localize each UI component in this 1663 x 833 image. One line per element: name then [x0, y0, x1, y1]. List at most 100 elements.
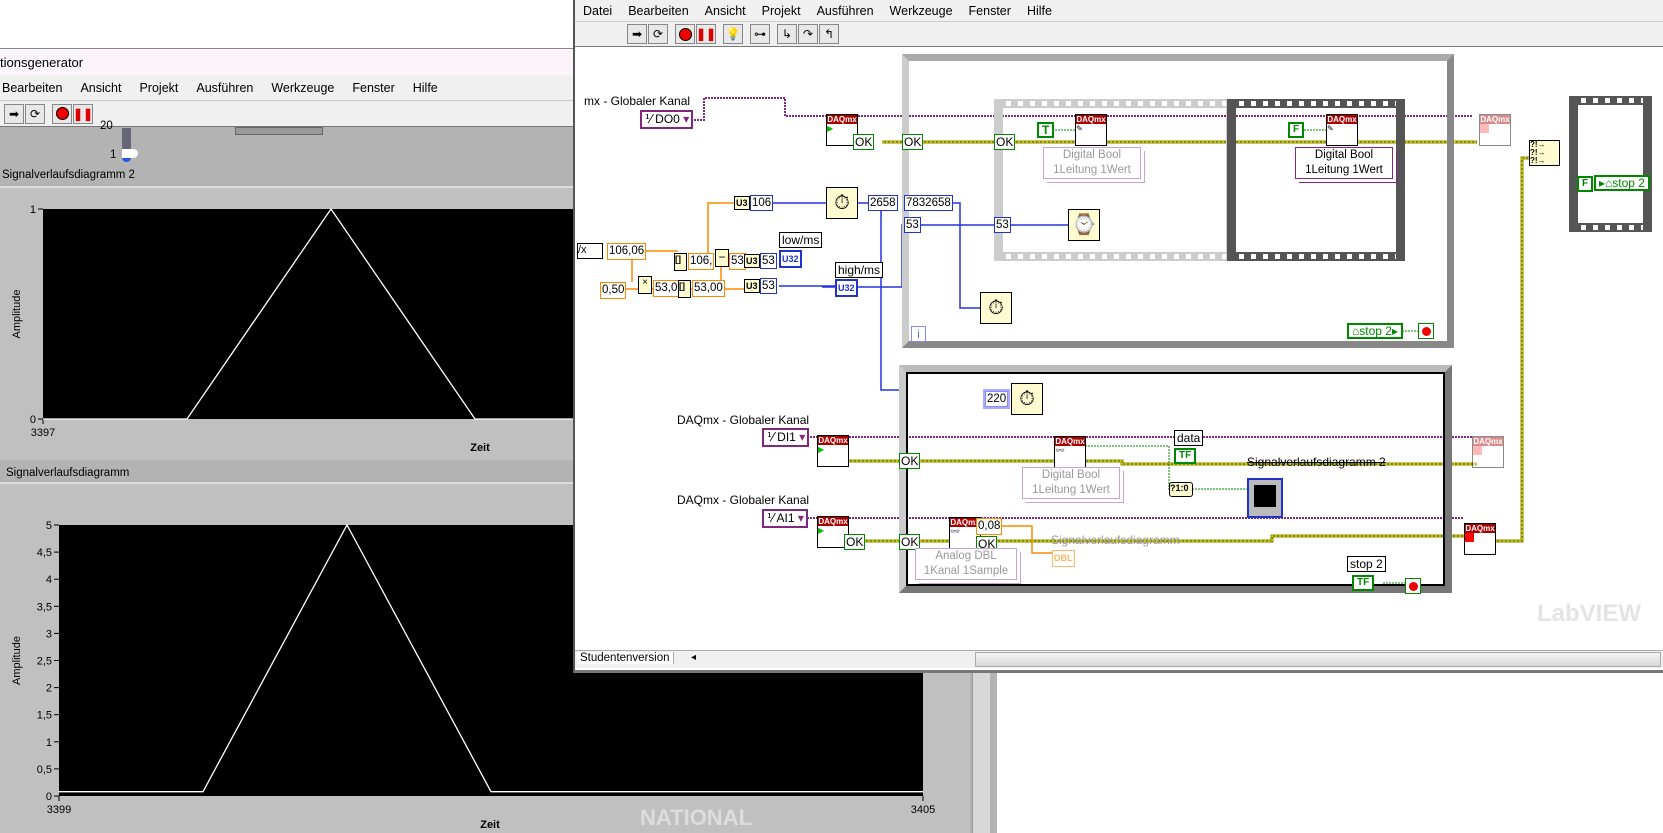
dropdown-icon[interactable]: ▾ [798, 511, 804, 525]
play-icon: ▶ [827, 124, 834, 133]
subtract-icon: − [715, 249, 729, 267]
play-icon: ▶ [818, 445, 825, 454]
polymorphic-selector-digital[interactable]: Digital Bool 1Leitung 1Wert [1295, 147, 1393, 179]
glasses-icon: 👓 [950, 527, 960, 536]
horizontal-scrollbar[interactable] [975, 652, 1661, 667]
dropdown-icon[interactable]: ▾ [683, 112, 689, 126]
io-icon: ⅟ [767, 430, 778, 444]
to-u32-icon: U3 [734, 196, 750, 210]
data-indicator[interactable]: TF [1174, 448, 1197, 464]
channel-label: DAQmx - Globaler Kanal [677, 493, 810, 507]
block-diagram-window: Datei Bearbeiten Ansicht Projekt Ausführ… [573, 0, 1663, 673]
channel-do0-control[interactable]: ⅟ DO0 ▾ [640, 110, 694, 129]
pencil-icon: ✎ [1327, 124, 1334, 133]
diagram-canvas: i mx - Globaler Kanal ⅟ DO0 ▾ DAQmx ▶ OK … [575, 47, 1663, 650]
const-106-06[interactable]: 106,06 [607, 243, 647, 260]
channel-label: DAQmx - Globaler Kanal [677, 413, 810, 427]
labview-watermark: LabVIEW [1537, 600, 1642, 627]
polymorphic-selector-digital[interactable]: Digital Bool 1Leitung 1Wert [1043, 147, 1141, 179]
daqmx-clear-task[interactable]: DAQmx [1472, 436, 1504, 468]
x-tick-label: 3399 [47, 804, 71, 816]
value-106-indicator: 106 [750, 195, 774, 211]
error-tunnel: OK [899, 453, 921, 469]
sequence-frame-1[interactable] [994, 99, 1235, 261]
y-tick-label: 0,5 [37, 764, 52, 776]
true-constant[interactable]: T [1037, 122, 1055, 138]
to-u32-icon: U3 [744, 279, 760, 293]
low-ms-label: low/ms [779, 232, 823, 248]
tunnel-53: 53 [904, 217, 921, 233]
const-220[interactable]: 220 [985, 391, 1009, 407]
x-tick-label: 3405 [911, 804, 935, 816]
status-text: Studentenversion [577, 652, 674, 664]
round-icon: [] [678, 280, 691, 298]
x-axis-label: Zeit [480, 819, 500, 831]
y-tick-label: 2,5 [37, 656, 52, 668]
bool-to-number: ?1:0 [1169, 482, 1193, 497]
value-106: 106, [688, 253, 715, 270]
pencil-icon: ✎ [1076, 124, 1083, 133]
stop-square-icon [1465, 533, 1474, 542]
graph1-terminal[interactable]: DBL [1052, 550, 1075, 567]
y-tick-label: 1 [46, 737, 52, 749]
tick-count-tunnel: 7832658 [904, 195, 953, 211]
high-ms-indicator[interactable]: U32 [835, 279, 858, 297]
sequence-frame-2[interactable] [1227, 99, 1405, 261]
channel-ai1-control[interactable]: ⅟ AI1 ▾ [762, 509, 808, 528]
stop-square-icon [1473, 446, 1482, 455]
false-constant[interactable]: F [1288, 122, 1305, 138]
waveform-chart-terminal-icon[interactable] [1247, 478, 1283, 518]
daqmx-clear-task[interactable]: DAQmx [1479, 114, 1511, 146]
daqmx-clear-task[interactable]: DAQmx [1464, 523, 1496, 555]
play-icon: ▶ [818, 526, 825, 535]
y-tick-label: 0 [46, 791, 52, 803]
wait-until-ms-icon: ⏱ [1011, 383, 1043, 415]
io-icon: ⅟ [767, 511, 777, 525]
high-ms-label: high/ms [835, 262, 884, 278]
vertical-scrollbar[interactable] [972, 668, 990, 833]
value-53-indicator: 53 [760, 278, 777, 294]
multiply-icon: × [638, 276, 652, 294]
error-tunnel: OK [902, 134, 924, 150]
polymorphic-selector-digital[interactable]: Digital Bool 1Leitung 1Wert [1022, 467, 1120, 499]
value-53-0: 53,0 [653, 280, 680, 297]
glasses-icon: 👓 [1055, 446, 1065, 455]
channel-label: mx - Globaler Kanal [584, 94, 691, 108]
analog-value: 0,08 [976, 518, 1003, 535]
round-icon: [] [674, 253, 687, 271]
merge-errors-icon: ?!→ ?!→ ?!→ [1529, 140, 1560, 166]
channel-di1-control[interactable]: ⅟ DI1 ▾ [762, 428, 810, 447]
status-bar: Studentenversion ◂ [575, 650, 1663, 668]
scroll-left-icon[interactable]: ◂ [691, 652, 696, 663]
stop-2-local-variable[interactable]: ▸⌂stop 2 [1594, 175, 1650, 191]
stop-2-label: stop 2 [1347, 556, 1386, 572]
tick-count-icon: ⏱ [980, 292, 1012, 324]
tick-count-icon: ⏱ [826, 187, 858, 219]
dropdown-icon[interactable]: ▾ [799, 430, 805, 444]
stop-square-icon [1480, 124, 1489, 133]
daqmx-write-2[interactable]: DAQmx ✎ [1326, 114, 1358, 146]
const-0-50[interactable]: 0,50 [600, 282, 627, 299]
sequence-frame-3[interactable] [1569, 96, 1652, 232]
low-ms-indicator[interactable]: U32 [779, 250, 802, 268]
stop-2-local-variable[interactable]: ⌂stop 2▸ [1347, 323, 1403, 339]
wait-ms-icon: ⌚ [1068, 209, 1100, 241]
loop-condition-stop[interactable] [1418, 323, 1434, 339]
daqmx-read-digital[interactable]: DAQmx 👓 [1054, 436, 1086, 468]
io-icon: ⅟ [645, 112, 656, 126]
graph2-label: Signalverlaufsdiagramm 2 [1247, 455, 1386, 469]
stop-2-control[interactable]: TF [1352, 575, 1375, 591]
polymorphic-selector-analog[interactable]: Analog DBL 1Kanal 1Sample [915, 548, 1017, 580]
graph1-label: Signalverlaufsdiagramm [1051, 533, 1180, 547]
y-tick-label: 1,5 [37, 710, 52, 722]
error-indicator: OK [853, 134, 875, 150]
daqmx-start-task[interactable]: DAQmx ▶ [817, 435, 849, 467]
data-label: data [1174, 430, 1204, 446]
to-u32-icon: U3 [744, 254, 760, 268]
error-indicator: OK [844, 534, 866, 550]
false-constant[interactable]: F [1577, 176, 1594, 192]
value-53-indicator: 53 [760, 253, 777, 269]
reciprocal-node: /x [577, 243, 603, 259]
loop-condition-stop[interactable] [1405, 578, 1421, 594]
daqmx-write-1[interactable]: DAQmx ✎ [1075, 114, 1107, 146]
